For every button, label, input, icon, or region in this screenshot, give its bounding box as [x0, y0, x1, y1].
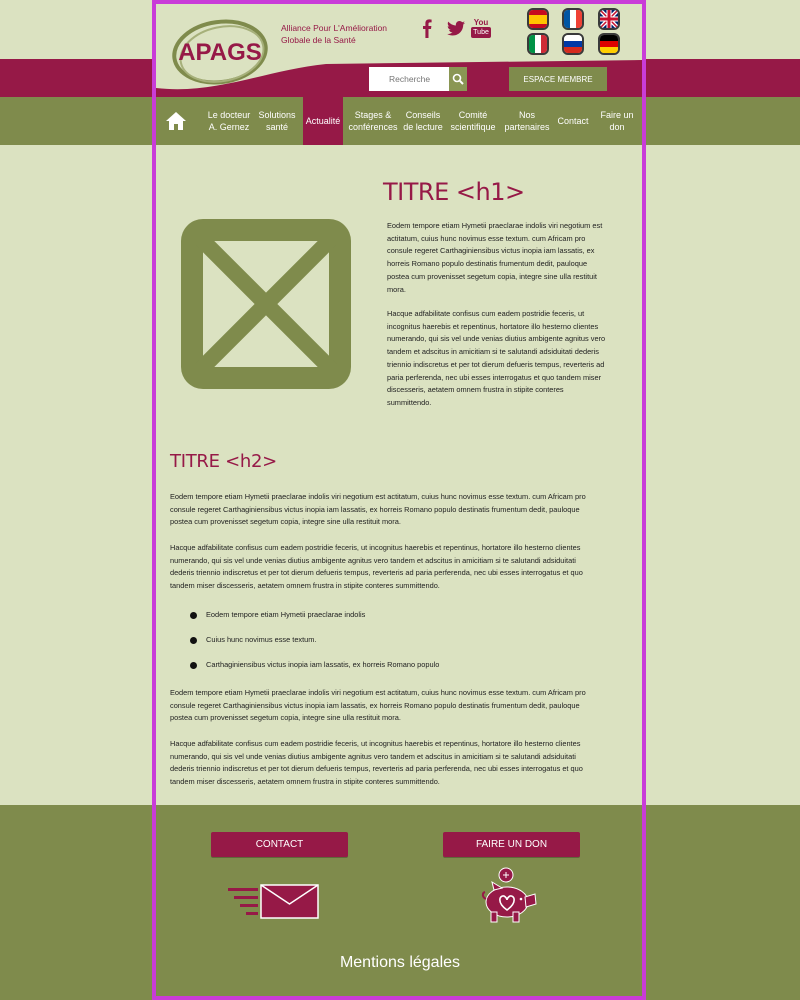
nav-band	[0, 97, 800, 145]
legal-notice-link[interactable]: Mentions légales	[0, 954, 800, 972]
nav-label: don	[609, 122, 625, 132]
facebook-icon[interactable]	[420, 16, 434, 40]
nav-item-le-docteur[interactable]: Le docteur A. Gernez	[203, 97, 255, 145]
body-paragraph-3: Eodem tempore etiam Hymetii praeclarae i…	[170, 688, 586, 723]
nav-label: Nos	[518, 110, 535, 120]
nav-label: partenaires	[504, 122, 550, 132]
member-area-button[interactable]: ESPACE MEMBRE	[509, 67, 607, 91]
nav-label: Le docteur	[207, 110, 251, 120]
nav-item-faire-un-don[interactable]: Faire un don	[597, 97, 637, 145]
flag-fr-icon[interactable]	[562, 8, 584, 30]
nav-item-solutions-sante[interactable]: Solutions santé	[255, 97, 299, 145]
piggy-bank-icon[interactable]	[480, 866, 542, 924]
nav-label: Contact	[557, 116, 589, 126]
youtube-icon[interactable]: You Tube	[471, 16, 491, 40]
nav-item-conseils[interactable]: Conseils de lecture	[401, 97, 445, 145]
nav-item-actualite[interactable]: Actualité	[303, 97, 343, 145]
nav-label: A. Gernez	[208, 122, 250, 132]
list-item: Eodem tempore etiam Hymetii praeclarae i…	[190, 609, 439, 634]
mail-icon[interactable]	[228, 884, 320, 920]
nav-item-comite[interactable]: Comité scientifique	[449, 97, 497, 145]
nav-label: de lecture	[403, 122, 443, 132]
nav-item-contact[interactable]: Contact	[555, 97, 591, 145]
youtube-bottom: Tube	[471, 27, 491, 38]
tagline-line2: Globale de la Santé	[281, 35, 356, 45]
contact-button[interactable]: CONTACT	[211, 832, 348, 857]
donate-button[interactable]: FAIRE UN DON	[443, 832, 580, 857]
youtube-top: You	[473, 18, 489, 27]
nav-label: santé	[265, 122, 289, 132]
nav-label: Actualité	[305, 116, 341, 126]
nav-label: Faire un	[600, 110, 634, 120]
tagline-line1: Alliance Pour L'Amélioration	[281, 23, 388, 33]
intro-paragraph-1: Eodem tempore etiam Hymetii praeclarae i…	[387, 221, 603, 294]
twitter-icon[interactable]	[446, 16, 466, 40]
flag-es-icon[interactable]	[527, 8, 549, 30]
intro-paragraph-2: Hacque adfabilitate confisus cum eadem p…	[387, 309, 606, 407]
bullet-list: Eodem tempore etiam Hymetii praeclarae i…	[190, 609, 439, 684]
list-item: Carthaginiensibus victus inopia iam lass…	[190, 659, 439, 684]
flag-ru-icon[interactable]	[562, 33, 584, 55]
body-paragraph-4: Hacque adfabilitate confisus cum eadem p…	[170, 739, 583, 787]
tagline: Alliance Pour L'Amélioration Globale de …	[281, 22, 401, 46]
apags-logo[interactable]: APAGS	[170, 12, 274, 92]
flag-de-icon[interactable]	[598, 33, 620, 55]
section-title-h2: TITRE <h2>	[170, 451, 277, 472]
nav-label: Solutions	[258, 110, 296, 120]
nav-label: scientifique	[450, 122, 496, 132]
flag-it-icon[interactable]	[527, 33, 549, 55]
search-icon	[452, 73, 464, 85]
search-button[interactable]	[449, 67, 467, 91]
nav-item-partenaires[interactable]: Nos partenaires	[503, 97, 551, 145]
flag-en-icon[interactable]	[598, 8, 620, 30]
nav-label: Comité	[458, 110, 488, 120]
body-paragraph-2: Hacque adfabilitate confisus cum eadem p…	[170, 543, 583, 591]
nav-label: Conseils	[405, 110, 441, 120]
nav-label: conférences	[348, 122, 398, 132]
list-item: Cuius hunc novimus esse textum.	[190, 634, 439, 659]
body-paragraph-1: Eodem tempore etiam Hymetii praeclarae i…	[170, 492, 586, 527]
logo-text: APAGS	[178, 39, 262, 66]
home-icon[interactable]	[165, 108, 187, 134]
image-placeholder-icon	[181, 219, 351, 389]
nav-item-stages[interactable]: Stages & conférences	[347, 97, 399, 145]
search-input[interactable]	[369, 67, 449, 91]
page-title-h1: TITRE <h1>	[383, 178, 525, 206]
nav-label: Stages &	[354, 110, 392, 120]
